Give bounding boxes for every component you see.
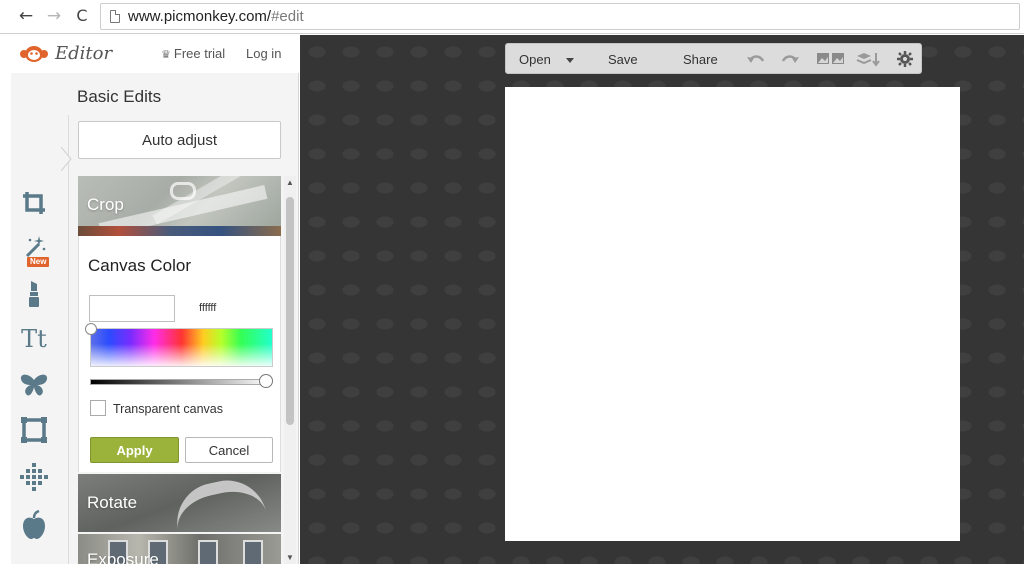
crop-label: Crop [87, 195, 124, 214]
transparent-canvas-label: Transparent canvas [113, 402, 224, 416]
share-button[interactable]: Share [683, 52, 718, 67]
exposure-section-tile[interactable]: Exposure [78, 534, 281, 564]
text-icon: Tt [21, 325, 47, 353]
rotate-section-tile[interactable]: Rotate [78, 474, 281, 532]
picmonkey-app: Editor ♛ Free trial Log in New Tt Basic … [0, 35, 1024, 564]
layers-icon[interactable] [856, 50, 880, 68]
canvas-color-panel: Canvas Color ffffff Transparent canvas A… [78, 236, 281, 472]
logo-text: Editor [55, 43, 113, 64]
workspace: Open Save Share [300, 35, 1024, 564]
compare-images-icon[interactable] [816, 50, 846, 68]
url-text: www.picmonkey.com/#edit [128, 8, 304, 25]
frame-icon [21, 417, 47, 443]
scissors-handle [170, 182, 196, 200]
lightness-slider-handle[interactable] [259, 374, 273, 388]
url-path: #edit [271, 8, 304, 25]
apply-button[interactable]: Apply [90, 437, 179, 463]
tool-touch-up[interactable] [17, 275, 51, 311]
auto-adjust-button[interactable]: Auto adjust [78, 121, 281, 159]
reload-icon[interactable]: C [72, 5, 92, 27]
free-trial-label: Free trial [173, 46, 226, 61]
login-link[interactable]: Log in [246, 46, 281, 61]
scrollbar-thumb[interactable] [286, 197, 294, 425]
browser-toolbar: ← → C www.picmonkey.com/#edit [0, 0, 1024, 34]
save-button[interactable]: Save [608, 52, 638, 67]
exposure-label: Exposure [87, 550, 159, 564]
new-badge: New [27, 257, 50, 267]
color-picker-spectrum[interactable] [90, 328, 273, 367]
tool-sidebar: New Tt [11, 73, 61, 564]
color-picker-knob[interactable] [85, 323, 97, 335]
lightness-slider[interactable] [90, 379, 270, 385]
photo-strip [78, 226, 281, 236]
tool-overlays[interactable] [17, 367, 51, 403]
forward-icon[interactable]: → [44, 5, 64, 27]
edit-sections-list: Crop Canvas Color ffffff Transparent can… [78, 176, 281, 564]
color-swatch-input[interactable] [89, 295, 175, 322]
redo-icon[interactable] [780, 50, 800, 68]
crop-section-tile[interactable]: Crop [78, 176, 281, 236]
undo-icon[interactable] [746, 50, 766, 68]
crown-icon: ♛ [161, 49, 171, 61]
scroll-down-icon[interactable]: ▼ [286, 553, 294, 562]
tool-frames[interactable] [17, 412, 51, 448]
editor-panel: Editor ♛ Free trial Log in New Tt Basic … [11, 35, 299, 564]
cancel-button[interactable]: Cancel [185, 437, 273, 463]
page-icon [110, 10, 120, 23]
window-image [198, 540, 218, 564]
address-bar[interactable]: www.picmonkey.com/#edit [100, 3, 1020, 30]
active-tool-indicator-icon [61, 147, 72, 171]
canvas-toolbar: Open Save Share [505, 43, 922, 74]
tool-effects[interactable]: New [17, 229, 51, 267]
url-domain: www.picmonkey.com/ [128, 8, 272, 25]
hex-value: ffffff [199, 302, 217, 314]
tool-text[interactable]: Tt [17, 321, 51, 357]
crop-icon [23, 192, 45, 214]
back-icon[interactable]: ← [16, 5, 36, 27]
tool-themes[interactable] [17, 507, 51, 543]
open-dropdown-icon[interactable] [566, 58, 574, 63]
butterfly-icon [20, 374, 48, 396]
panel-title: Basic Edits [77, 87, 162, 106]
apple-icon [23, 510, 45, 539]
window-image [243, 540, 263, 564]
texture-icon [20, 463, 48, 491]
canvas-color-title: Canvas Color [88, 256, 191, 275]
tool-textures[interactable] [17, 459, 51, 495]
editing-canvas[interactable] [505, 87, 960, 541]
scroll-up-icon[interactable]: ▲ [286, 178, 294, 187]
tool-basic-edits[interactable] [17, 185, 51, 221]
lipstick-icon [29, 281, 39, 307]
rotate-arrow-image [169, 474, 267, 531]
panel-header: Editor ♛ Free trial Log in [11, 35, 299, 73]
rotate-label: Rotate [87, 493, 138, 512]
left-margin [0, 35, 11, 564]
gear-icon[interactable] [897, 50, 913, 68]
free-trial-link[interactable]: ♛ Free trial [161, 46, 225, 61]
panel-divider [68, 115, 69, 564]
monkey-logo-icon[interactable] [19, 44, 49, 64]
open-menu[interactable]: Open [519, 52, 551, 67]
transparent-canvas-checkbox[interactable] [90, 400, 106, 416]
